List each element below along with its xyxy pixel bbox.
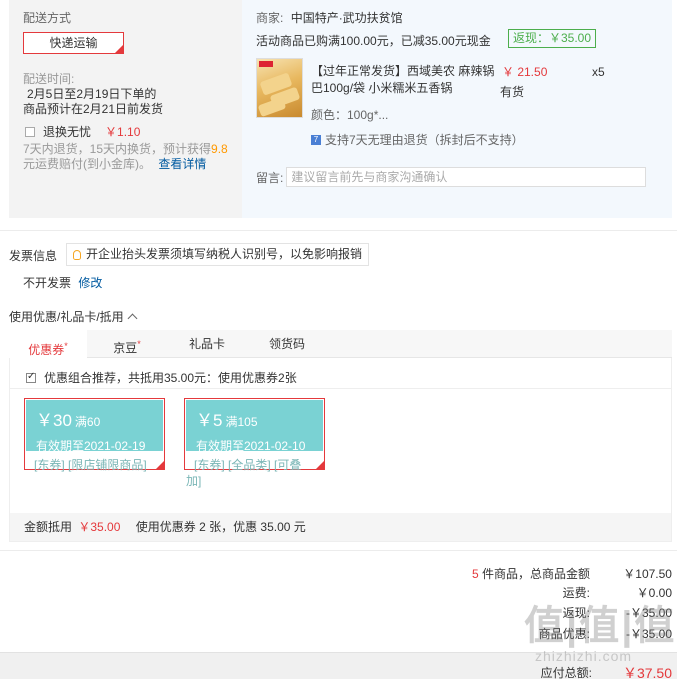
product-name-link[interactable]: 【过年正常发货】西域美农 麻辣锅巴100g/袋 小米糯米五香锅 [311, 63, 501, 97]
coupon-total-amount: ￥35.00 [78, 520, 121, 534]
product-stock: 有货 [500, 85, 525, 99]
coupon-expiry: 有效期至2021-02-10 [196, 439, 306, 453]
coupon-divider [10, 388, 671, 389]
invoice-tip-text: 开企业抬头发票须填写纳税人识别号，以免影响报销 [86, 247, 363, 261]
coupon-total-row: 金额抵用 ￥35.00 使用优惠券 2 张，优惠 35.00 元 [10, 513, 671, 541]
watermark-logo: 值|值|值 [524, 604, 677, 648]
tab-jingdou[interactable]: 京豆* [87, 330, 167, 358]
shipping-option-label: 快递运输 [49, 36, 98, 50]
coupon-amount: ￥30 [36, 411, 72, 430]
return-desc-text: 7天内退货，15天内换货，预计获得 [23, 142, 212, 156]
tab-jingdou-label: 京豆 [113, 341, 138, 355]
return-insurance-label: 退换无忧 [43, 125, 92, 139]
invoice-status-text: 不开发票 [23, 276, 72, 290]
invoice-status: 不开发票 修改 [23, 274, 102, 291]
discount-section-title: 使用优惠/礼品卡/抵用 [9, 310, 124, 324]
tab-coupons[interactable]: 优惠券* [9, 330, 87, 358]
tab-pickup-code[interactable]: 领货码 [247, 330, 327, 358]
memo-label: 留言: [256, 170, 284, 185]
summary-count-label: 件商品，总商品金额 [481, 567, 590, 581]
tab-giftcard-label: 礼品卡 [188, 337, 225, 351]
view-details-link[interactable]: 查看详情 [158, 157, 206, 171]
selected-corner-icon [156, 461, 164, 469]
seller-name[interactable]: 中国特产·武功扶贫馆 [291, 11, 403, 25]
shipping-panel: 配送方式 快递运输 配送时间: 2月5日至2月19日下单的 商品预计在2月21日… [9, 0, 242, 218]
coupon-condition: 满105 [225, 415, 258, 429]
summary-goods-total: ￥107.50 [623, 567, 672, 581]
coupon-total-label: 金额抵用 [24, 520, 73, 534]
shop-panel: 商家: 中国特产·武功扶贫馆 活动商品已购满100.00元，已减35.00元现金… [242, 0, 672, 218]
product-thumbnail[interactable] [256, 58, 303, 118]
coupon-scope-overflow: 加] [186, 474, 202, 488]
coupon-amount: ￥5 [196, 411, 223, 430]
coupon-card[interactable]: ￥30 满60 有效期至2021-02-19 [东券] [限店铺限商品] [24, 398, 165, 472]
seller-row: 商家: 中国特产·武功扶贫馆 [256, 9, 403, 26]
delivery-time-line2: 商品预计在2月21日前发货 [23, 102, 164, 116]
coupon-condition: 满60 [74, 415, 101, 429]
summary-item-count: 5 [471, 567, 479, 581]
product-variant: 颜色：100g*... [311, 108, 389, 122]
promo-text: 活动商品已购满100.00元，已减35.00元现金 [256, 34, 491, 48]
shipping-title: 配送方式 [23, 11, 72, 25]
combo-recommend-checkbox[interactable] [26, 371, 36, 383]
tab-coupons-label: 优惠券 [28, 343, 65, 357]
seller-label: 商家: [256, 11, 284, 25]
summary-goods-row: 5 件商品，总商品金额 ￥107.50 [372, 565, 672, 583]
memo-row: 留言: 建议留言前先与商家沟通确认 [256, 167, 647, 187]
brand-logo-icon [259, 61, 273, 67]
refund-policy: 7 支持7天无理由退货（拆封后不支持） [311, 131, 524, 148]
seven-day-return-icon: 7 [311, 134, 321, 145]
coupon-face: ￥5 满105 有效期至2021-02-10 [186, 400, 323, 453]
discount-tabs: 优惠券* 京豆* 礼品卡 领货码 [9, 330, 672, 358]
shipping-option-express[interactable]: 快递运输 [23, 32, 124, 54]
rebate-badge: 返现：￥35.00 [508, 29, 597, 48]
tab-giftcard[interactable]: 礼品卡 [167, 330, 247, 358]
combo-recommend-text: 优惠组合推荐，共抵用35.00元：使用优惠券2张 [44, 371, 297, 385]
tab-pickup-code-label: 领货码 [268, 337, 305, 351]
coupon-face: ￥30 满60 有效期至2021-02-19 [26, 400, 163, 453]
coupon-panel: 优惠组合推荐，共抵用35.00元：使用优惠券2张 ￥30满60 有效期至2021… [9, 358, 672, 542]
lightbulb-icon [73, 249, 81, 260]
selected-corner-icon [316, 461, 324, 469]
chevron-up-icon [127, 313, 138, 324]
discount-section-toggle[interactable]: 使用优惠/礼品卡/抵用 [9, 308, 138, 325]
coupon-card[interactable]: ￥5 满105 有效期至2021-02-10 [东券] [全品类] [可叠 加] [184, 398, 325, 488]
invoice-edit-link[interactable]: 修改 [78, 276, 102, 290]
return-insurance-desc: 7天内退货，15天内换货，预计获得9.8 元运费赔付(到小金库)。 查看详情 [23, 142, 238, 172]
return-desc-text-2: 元运费赔付(到小金库)。 [23, 157, 151, 171]
combo-recommend-row: 优惠组合推荐，共抵用35.00元：使用优惠券2张 [26, 369, 297, 386]
order-shop-block: 配送方式 快递运输 配送时间: 2月5日至2月19日下单的 商品预计在2月21日… [9, 0, 672, 218]
coupon-scope: [东券] [全品类] [可叠 [194, 458, 302, 472]
invoice-tip: 开企业抬头发票须填写纳税人识别号，以免影响报销 [66, 243, 370, 266]
return-insurance-price: ￥1.10 [105, 125, 141, 139]
payable-amount: ￥37.50 [622, 665, 672, 679]
watermark-url: zhizhizhi.com [535, 648, 633, 664]
coupon-scope: [东券] [限店铺限商品] [34, 458, 147, 472]
selected-corner-icon [115, 45, 123, 53]
coupon-expiry: 有效期至2021-02-19 [36, 439, 146, 453]
coupon-total-desc: 使用优惠券 2 张，优惠 35.00 元 [135, 520, 306, 534]
refund-policy-text: 支持7天无理由退货（拆封后不支持） [325, 133, 524, 147]
summary-goods-label: 5 件商品，总商品金额 [472, 565, 590, 583]
return-insurance-row: 退换无忧 ￥1.10 [25, 123, 140, 140]
invoice-title: 发票信息 [9, 249, 58, 263]
return-points: 9.8 [211, 142, 228, 156]
return-insurance-checkbox[interactable] [25, 126, 35, 137]
section-divider [0, 230, 677, 231]
product-price: ￥ 21.50 [502, 65, 548, 79]
product-quantity: x5 [592, 65, 605, 79]
chip-shape [257, 96, 287, 117]
section-divider [0, 550, 677, 551]
tab-coupons-mark: * [64, 341, 68, 351]
tab-jingdou-mark: * [137, 339, 141, 349]
memo-input[interactable]: 建议留言前先与商家沟通确认 [286, 167, 647, 187]
payable-label: 应付总额: [540, 666, 592, 679]
